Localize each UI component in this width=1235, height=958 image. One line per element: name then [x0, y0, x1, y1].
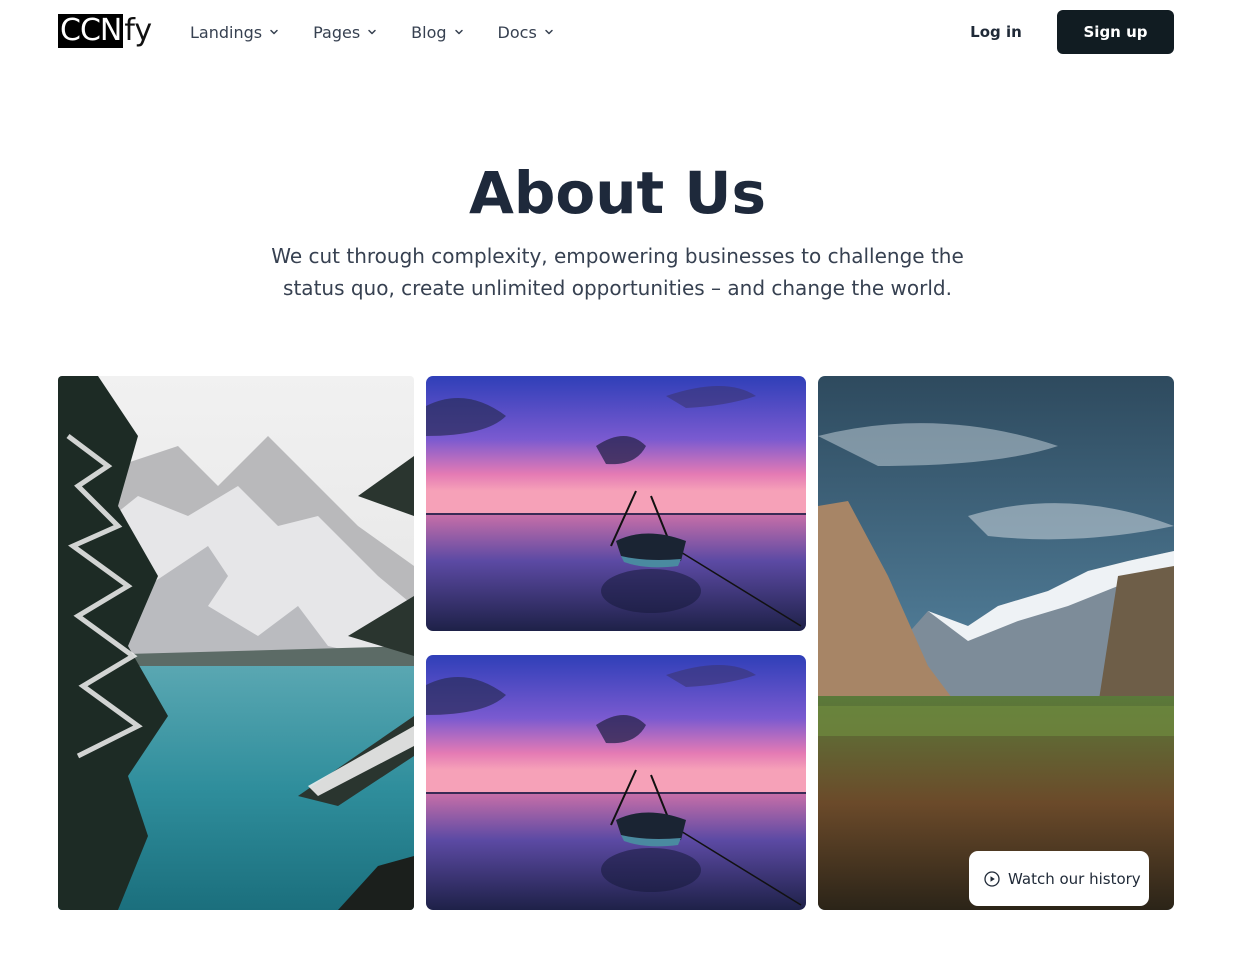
nav-item-label: Landings	[190, 22, 263, 42]
chevron-down-icon	[454, 29, 463, 35]
subtitle-line-1: We cut through complexity, empowering bu…	[271, 244, 964, 268]
chevron-down-icon	[368, 29, 376, 35]
site-header: CCN fy Landings Pages Blog Docs Log in S…	[0, 0, 1235, 64]
nav-item-landings[interactable]: Landings	[190, 20, 279, 44]
subtitle-line-2: status quo, create unlimited opportuniti…	[283, 276, 952, 300]
nav-item-blog[interactable]: Blog	[411, 20, 463, 44]
main-nav: Landings Pages Blog Docs	[190, 20, 554, 44]
chevron-down-icon	[270, 29, 278, 35]
nav-item-docs[interactable]: Docs	[498, 20, 554, 44]
signup-button[interactable]: Sign up	[1057, 10, 1174, 54]
brand-logo[interactable]: CCN fy	[58, 14, 152, 48]
sunset-boat-photo	[426, 655, 806, 910]
logo-box-text: CCN	[58, 13, 124, 48]
valley-mountains-photo	[818, 376, 1174, 910]
page-subtitle: We cut through complexity, empowering bu…	[270, 240, 965, 304]
play-circle-icon	[984, 870, 1000, 887]
nav-item-pages[interactable]: Pages	[313, 20, 377, 44]
nav-item-label: Pages	[313, 22, 361, 42]
nav-item-label: Docs	[497, 22, 537, 42]
chevron-down-icon	[545, 29, 553, 35]
sunset-boat-photo	[426, 376, 806, 631]
watch-history-button[interactable]: Watch our history	[969, 851, 1149, 906]
watch-history-label: Watch our history	[1008, 869, 1141, 888]
page-title: About Us	[468, 159, 767, 227]
login-button[interactable]: Log in	[960, 10, 1032, 54]
logo-rest-text: fy	[124, 13, 153, 48]
snowy-mountain-lake-photo	[58, 376, 414, 910]
nav-item-label: Blog	[411, 22, 447, 42]
